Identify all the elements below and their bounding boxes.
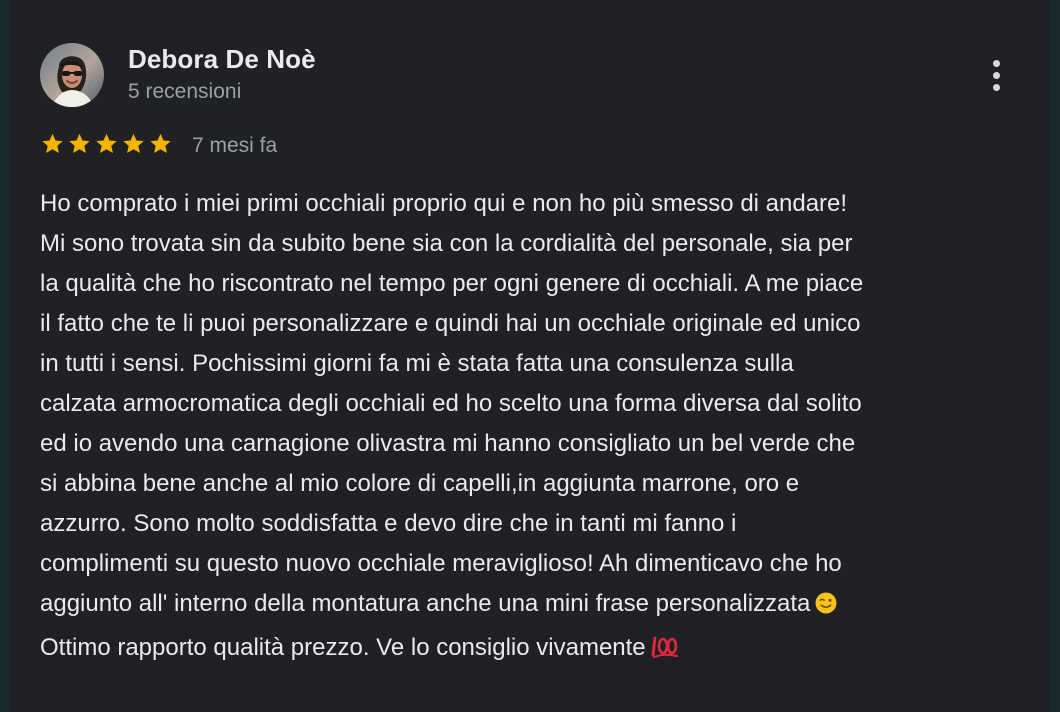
star-icon	[96, 133, 117, 153]
right-page-edge	[1050, 0, 1060, 712]
star-icon	[69, 133, 90, 153]
winking-face-emoji	[814, 588, 838, 628]
star-icon	[123, 133, 144, 153]
star-icon	[150, 133, 171, 153]
hundred-points-emoji	[650, 632, 680, 672]
review-text-end: Ottimo rapporto qualità prezzo. Ve lo co…	[40, 634, 646, 661]
reviewer-name[interactable]: Debora De Noè	[128, 44, 316, 75]
left-page-edge	[0, 0, 10, 712]
avatar[interactable]	[40, 43, 104, 107]
more-vertical-icon-dot	[993, 72, 1000, 79]
review-text: Ho comprato i miei primi occhiali propri…	[40, 184, 1044, 672]
more-options-button[interactable]	[982, 54, 1012, 98]
reviewer-review-count: 5 recensioni	[128, 80, 242, 103]
review-text-main: Ho comprato i miei primi occhiali propri…	[40, 190, 864, 617]
more-vertical-icon-dot	[993, 84, 1000, 91]
review-card: Debora De Noè 5 recensioni 7 mesi fa Ho …	[10, 0, 1050, 712]
more-vertical-icon	[993, 60, 1000, 67]
star-rating	[40, 132, 173, 160]
star-icon	[42, 133, 63, 153]
review-time: 7 mesi fa	[192, 134, 278, 157]
